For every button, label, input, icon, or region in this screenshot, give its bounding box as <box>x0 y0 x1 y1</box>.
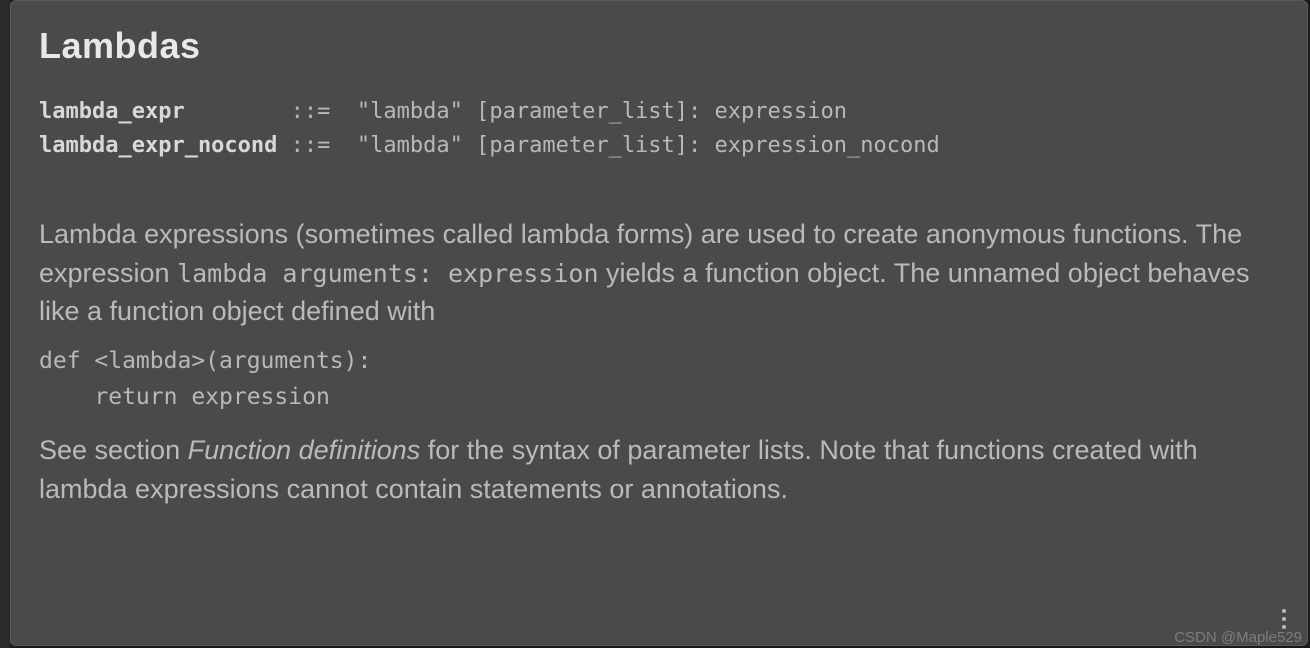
inline-code: lambda arguments: expression <box>177 259 598 288</box>
grammar-rhs: "lambda" [parameter_list]: expression <box>330 99 847 124</box>
grammar-separator: ::= <box>291 133 331 158</box>
grammar-block: lambda_expr ::= "lambda" [parameter_list… <box>39 95 1279 163</box>
reference-link[interactable]: Function definitions <box>188 435 421 465</box>
grammar-rule-name: lambda_expr_nocond <box>39 133 277 158</box>
documentation-tooltip: Lambdas lambda_expr ::= "lambda" [parame… <box>10 0 1308 646</box>
watermark-text: CSDN @Maple529 <box>1174 629 1302 646</box>
code-block: def <lambda>(arguments): return expressi… <box>39 344 1279 415</box>
doc-paragraph: Lambda expressions (sometimes called lam… <box>39 215 1279 330</box>
more-vertical-icon[interactable] <box>1275 607 1293 631</box>
doc-heading: Lambdas <box>39 25 1279 67</box>
grammar-spacing <box>185 99 291 124</box>
grammar-rhs: "lambda" [parameter_list]: expression_no… <box>330 133 939 158</box>
grammar-spacing <box>277 133 290 158</box>
grammar-separator: ::= <box>291 99 331 124</box>
doc-paragraph: See section Function definitions for the… <box>39 431 1279 508</box>
editor-background-strip <box>0 0 10 648</box>
grammar-rule-name: lambda_expr <box>39 99 185 124</box>
para-text: See section <box>39 435 188 465</box>
